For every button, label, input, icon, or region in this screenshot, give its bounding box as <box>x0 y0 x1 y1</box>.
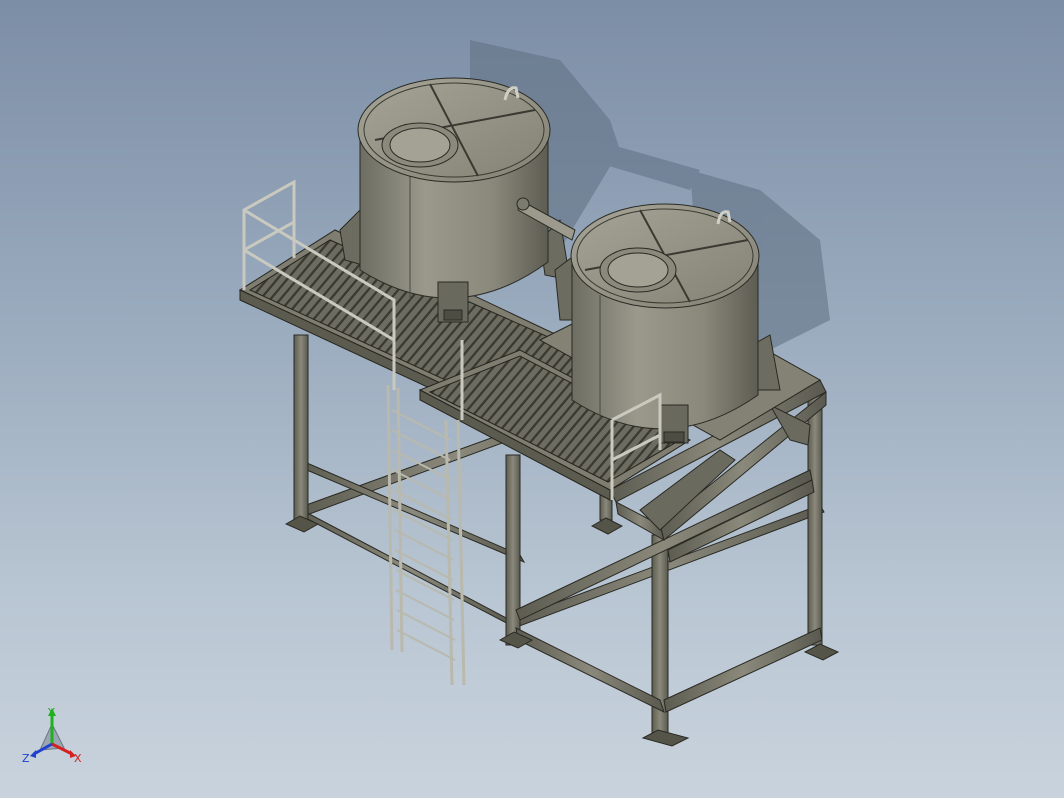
z-axis-label: Z <box>22 752 30 765</box>
access-ladder[interactable] <box>386 384 466 686</box>
x-axis-label: X <box>74 752 82 765</box>
y-axis-label: Y <box>47 706 55 719</box>
cad-viewport[interactable]: Y X Z <box>0 0 1064 798</box>
tank-platform-model[interactable] <box>0 0 1064 798</box>
coordinate-triad: Y X Z <box>22 706 82 765</box>
